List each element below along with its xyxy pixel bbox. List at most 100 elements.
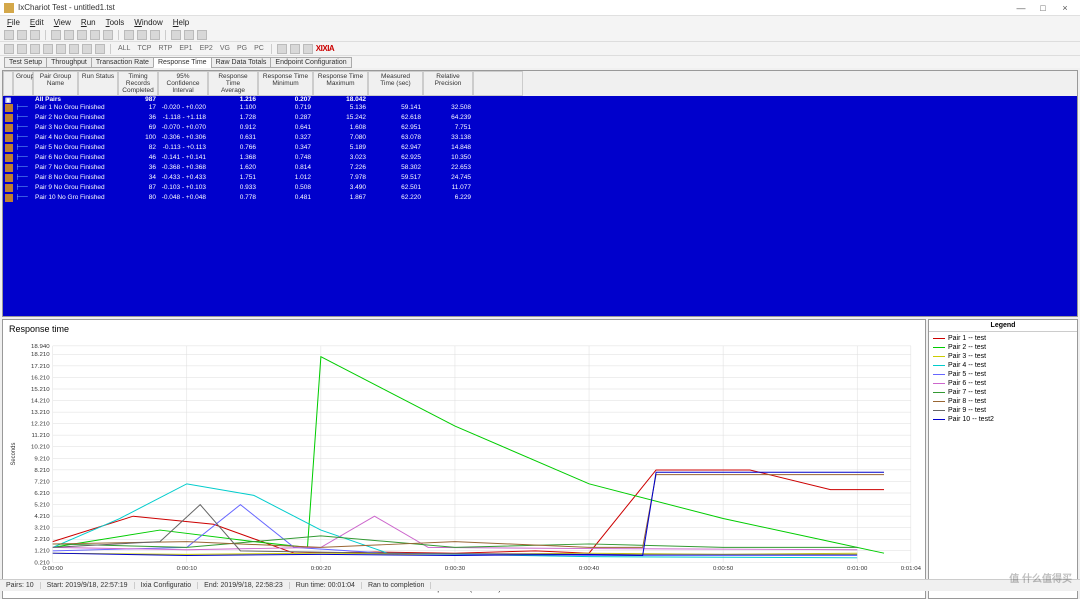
menu-help[interactable]: Help [170, 18, 192, 27]
table-row[interactable]: ├──Pair 10 No GroupFinished80-0.048 - +0… [3, 194, 1077, 204]
maximize-button[interactable]: □ [1032, 3, 1054, 13]
legend-items: Pair 1 -- testPair 2 -- testPair 3 -- te… [929, 332, 1077, 426]
filter-icon-2[interactable] [30, 44, 40, 54]
legend-item[interactable]: Pair 1 -- test [933, 334, 1073, 343]
table-row[interactable]: ├──Pair 6 No GroupFinished46-0.141 - +0.… [3, 154, 1077, 164]
legend-title: Legend [929, 320, 1077, 332]
legend-item[interactable]: Pair 3 -- test [933, 352, 1073, 361]
toolbar-icon-10[interactable] [150, 30, 160, 40]
filter-icon-7[interactable] [95, 44, 105, 54]
toolbar-icon-1[interactable] [17, 30, 27, 40]
tabbar: Test SetupThroughputTransaction RateResp… [0, 56, 1080, 68]
filter-vg[interactable]: VG [218, 45, 232, 52]
summary-row[interactable]: ▣All Pairs9871.2160.20718.042 [3, 96, 1077, 104]
legend-item[interactable]: Pair 2 -- test [933, 343, 1073, 352]
legend-item[interactable]: Pair 10 -- test2 [933, 415, 1073, 424]
grid-body[interactable]: ▣All Pairs9871.2160.20718.042├──Pair 1 N… [3, 96, 1077, 316]
tool-icon-0[interactable] [277, 44, 287, 54]
tab-throughput[interactable]: Throughput [46, 57, 92, 68]
table-row[interactable]: ├──Pair 9 No GroupFinished87-0.103 - +0.… [3, 184, 1077, 194]
legend-item[interactable]: Pair 8 -- test [933, 397, 1073, 406]
tab-endpoint-configuration[interactable]: Endpoint Configuration [270, 57, 351, 68]
tab-response-time[interactable]: Response Time [153, 57, 212, 68]
legend-label: Pair 1 -- test [948, 335, 986, 342]
filter-rtp[interactable]: RTP [156, 45, 174, 52]
status-start: Start: 2019/9/18, 22:57:19 [41, 582, 135, 589]
legend-label: Pair 4 -- test [948, 362, 986, 369]
toolbar-icon-3[interactable] [51, 30, 61, 40]
table-row[interactable]: ├──Pair 8 No GroupFinished34-0.433 - +0.… [3, 174, 1077, 184]
chart-title: Response time [7, 322, 921, 336]
toolbar-icon-5[interactable] [77, 30, 87, 40]
table-row[interactable]: ├──Pair 2 No GroupFinished36-1.118 - +1.… [3, 114, 1077, 124]
brand-logo: XIXIA [316, 44, 334, 53]
filter-pc[interactable]: PC [252, 45, 266, 52]
minimize-button[interactable]: — [1010, 3, 1032, 13]
menu-window[interactable]: Window [131, 18, 165, 27]
toolbar-icon-13[interactable] [197, 30, 207, 40]
toolbar-icon-11[interactable] [171, 30, 181, 40]
table-row[interactable]: ├──Pair 1 No GroupFinished17-0.020 - +0.… [3, 104, 1077, 114]
toolbar-filters: ALLTCPRTPEP1 EP2VGPGPC XIXIA [0, 42, 1080, 56]
filter-ep2[interactable]: EP2 [198, 45, 215, 52]
toolbar-icon-2[interactable] [30, 30, 40, 40]
legend-swatch-icon [933, 374, 945, 375]
table-row[interactable]: ├──Pair 4 No GroupFinished100-0.306 - +0… [3, 134, 1077, 144]
menu-run[interactable]: Run [78, 18, 99, 27]
svg-text:18.940: 18.940 [31, 344, 50, 350]
filter-all[interactable]: ALL [116, 45, 132, 52]
toolbar-icon-0[interactable] [4, 30, 14, 40]
toolbar-icon-9[interactable] [137, 30, 147, 40]
menubar: File Edit View Run ToolsWindow Help [0, 16, 1080, 28]
table-row[interactable]: ├──Pair 5 No GroupFinished82-0.113 - +0.… [3, 144, 1077, 154]
toolbar-icon-8[interactable] [124, 30, 134, 40]
menu-view[interactable]: View [51, 18, 74, 27]
table-row[interactable]: ├──Pair 7 No GroupFinished36-0.368 - +0.… [3, 164, 1077, 174]
legend-swatch-icon [933, 392, 945, 393]
filter-ep1[interactable]: EP1 [177, 45, 194, 52]
legend-label: Pair 6 -- test [948, 380, 986, 387]
legend-panel: Legend Pair 1 -- testPair 2 -- testPair … [928, 319, 1078, 599]
filter-icon-3[interactable] [43, 44, 53, 54]
toolbar-icon-12[interactable] [184, 30, 194, 40]
tab-test-setup[interactable]: Test Setup [4, 57, 47, 68]
svg-text:8.210: 8.210 [34, 468, 50, 474]
toolbar-icon-7[interactable] [103, 30, 113, 40]
svg-text:18.210: 18.210 [31, 353, 50, 359]
tool-icon-1[interactable] [290, 44, 300, 54]
table-row[interactable]: ├──Pair 3 No GroupFinished69-0.070 - +0.… [3, 124, 1077, 134]
filter-icon-1[interactable] [17, 44, 27, 54]
filter-tcp[interactable]: TCP [135, 45, 153, 52]
toolbar-icon-6[interactable] [90, 30, 100, 40]
legend-swatch-icon [933, 356, 945, 357]
results-grid: GroupPair Group NameRun StatusTiming Rec… [2, 70, 1078, 317]
chart-panel: Response time 0.2101.2102.2103.2104.2105… [2, 319, 926, 599]
tool-icon-2[interactable] [303, 44, 313, 54]
svg-text:17.210: 17.210 [31, 364, 50, 370]
menu-file[interactable]: File [4, 18, 23, 27]
legend-label: Pair 5 -- test [948, 371, 986, 378]
svg-text:9.210: 9.210 [34, 457, 50, 463]
tab-raw-data-totals[interactable]: Raw Data Totals [211, 57, 272, 68]
legend-item[interactable]: Pair 6 -- test [933, 379, 1073, 388]
close-button[interactable]: × [1054, 3, 1076, 13]
legend-item[interactable]: Pair 9 -- test [933, 406, 1073, 415]
svg-text:4.210: 4.210 [34, 515, 50, 521]
filter-pg[interactable]: PG [235, 45, 249, 52]
toolbar-icon-4[interactable] [64, 30, 74, 40]
status-pairs: Pairs: 10 [0, 582, 41, 589]
legend-item[interactable]: Pair 4 -- test [933, 361, 1073, 370]
chart-canvas[interactable]: 0.2101.2102.2103.2104.2105.2106.2107.210… [7, 336, 921, 582]
legend-item[interactable]: Pair 5 -- test [933, 370, 1073, 379]
svg-text:0:01:04: 0:01:04 [901, 567, 921, 573]
filter-icon-6[interactable] [82, 44, 92, 54]
menu-edit[interactable]: Edit [27, 18, 47, 27]
legend-item[interactable]: Pair 7 -- test [933, 388, 1073, 397]
svg-text:Seconds: Seconds [11, 443, 17, 466]
filter-icon-0[interactable] [4, 44, 14, 54]
legend-swatch-icon [933, 383, 945, 384]
menu-tools[interactable]: Tools [103, 18, 128, 27]
filter-icon-5[interactable] [69, 44, 79, 54]
filter-icon-4[interactable] [56, 44, 66, 54]
tab-transaction-rate[interactable]: Transaction Rate [91, 57, 154, 68]
